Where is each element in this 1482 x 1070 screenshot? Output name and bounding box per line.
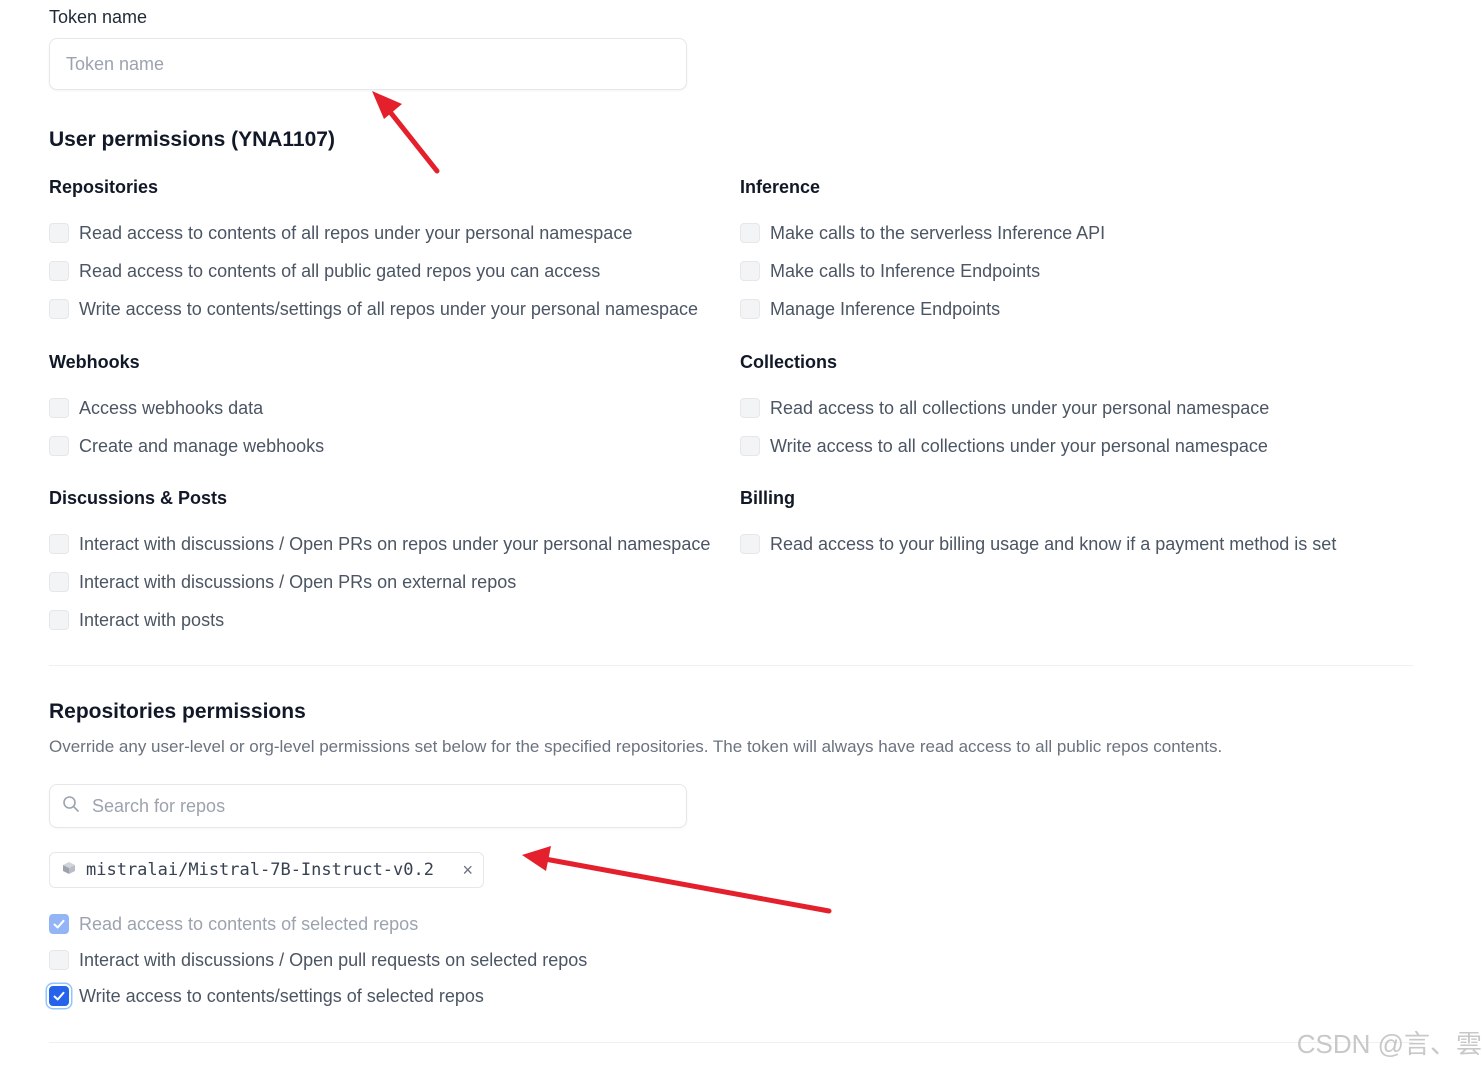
checkbox[interactable] xyxy=(49,398,69,418)
repo-search-field[interactable] xyxy=(49,784,687,828)
perm-label: Write access to contents/settings of sel… xyxy=(79,985,484,1006)
perm-label: Interact with discussions / Open pull re… xyxy=(79,949,588,970)
section-divider xyxy=(49,665,1413,666)
perm-repo-write-personal[interactable]: Write access to contents/settings of all… xyxy=(49,290,698,328)
perm-label: Read access to contents of selected repo… xyxy=(79,913,419,934)
inference-group: Inference Make calls to the serverless I… xyxy=(740,176,1105,328)
perm-label: Manage Inference Endpoints xyxy=(770,298,1001,319)
webhooks-group: Webhooks Access webhooks data Create and… xyxy=(49,351,324,465)
perm-billing-read[interactable]: Read access to your billing usage and kn… xyxy=(740,525,1336,563)
repo-perm-discussions[interactable]: Interact with discussions / Open pull re… xyxy=(49,942,587,978)
selected-repo-name: mistralai/Mistral-7B-Instruct-v0.2 xyxy=(86,860,434,880)
perm-collections-read[interactable]: Read access to all collections under you… xyxy=(740,389,1269,427)
checkbox[interactable] xyxy=(740,299,760,319)
perm-label: Make calls to Inference Endpoints xyxy=(770,260,1041,281)
perm-repo-read-gated[interactable]: Read access to contents of all public ga… xyxy=(49,252,698,290)
section-divider-bottom xyxy=(49,1042,1413,1043)
perm-collections-write[interactable]: Write access to all collections under yo… xyxy=(740,427,1269,465)
collections-title: Collections xyxy=(740,352,838,372)
perm-label: Interact with posts xyxy=(79,609,225,630)
watermark: CSDN @言、雲 xyxy=(1296,1029,1482,1059)
user-permissions-title: User permissions (YNA1107) xyxy=(49,128,335,151)
checkbox[interactable] xyxy=(740,436,760,456)
close-icon[interactable]: × xyxy=(462,860,473,881)
search-icon xyxy=(62,795,80,818)
checkbox[interactable] xyxy=(740,223,760,243)
perm-inference-endpoints-manage[interactable]: Manage Inference Endpoints xyxy=(740,290,1105,328)
perm-repo-read-personal[interactable]: Read access to contents of all repos und… xyxy=(49,214,698,252)
inference-title: Inference xyxy=(740,177,821,197)
perm-webhooks-read[interactable]: Access webhooks data xyxy=(49,389,324,427)
checkbox[interactable] xyxy=(740,261,760,281)
perm-inference-endpoints-call[interactable]: Make calls to Inference Endpoints xyxy=(740,252,1105,290)
discussions-title: Discussions & Posts xyxy=(49,488,228,508)
perm-discussions-personal[interactable]: Interact with discussions / Open PRs on … xyxy=(49,525,710,563)
perm-label: Read access to contents of all repos und… xyxy=(79,222,633,243)
perm-inference-serverless[interactable]: Make calls to the serverless Inference A… xyxy=(740,214,1105,252)
checkmark-icon xyxy=(53,919,65,929)
checkbox[interactable] xyxy=(49,610,69,630)
annotation-arrow xyxy=(372,91,440,174)
perm-label: Write access to all collections under yo… xyxy=(770,435,1268,456)
checkbox[interactable] xyxy=(49,299,69,319)
perm-discussions-external[interactable]: Interact with discussions / Open PRs on … xyxy=(49,563,710,601)
webhooks-title: Webhooks xyxy=(49,352,140,372)
repositories-title: Repositories xyxy=(49,177,159,197)
perm-label: Write access to contents/settings of all… xyxy=(79,298,698,319)
repo-permissions-description: Override any user-level or org-level per… xyxy=(49,737,1223,756)
repositories-group: Repositories Read access to contents of … xyxy=(49,176,698,328)
repo-cube-icon xyxy=(62,861,76,880)
billing-group: Billing Read access to your billing usag… xyxy=(740,487,1336,563)
checkbox[interactable] xyxy=(49,986,69,1006)
selected-repo-chip: mistralai/Mistral-7B-Instruct-v0.2 × xyxy=(49,852,484,888)
checkbox[interactable] xyxy=(49,572,69,592)
checkbox[interactable] xyxy=(49,436,69,456)
checkbox[interactable] xyxy=(49,534,69,554)
token-name-input[interactable] xyxy=(49,38,687,90)
perm-label: Read access to all collections under you… xyxy=(770,397,1270,418)
annotation-arrow xyxy=(522,846,832,914)
checkbox[interactable] xyxy=(49,914,69,934)
repo-permission-options: Read access to contents of selected repo… xyxy=(49,906,587,1014)
checkmark-icon xyxy=(53,991,65,1001)
repo-search-input[interactable] xyxy=(90,794,654,818)
repo-permissions-title: Repositories permissions xyxy=(49,700,306,723)
checkbox[interactable] xyxy=(49,261,69,281)
perm-webhooks-manage[interactable]: Create and manage webhooks xyxy=(49,427,324,465)
perm-label: Read access to your billing usage and kn… xyxy=(770,533,1337,554)
repo-perm-write[interactable]: Write access to contents/settings of sel… xyxy=(49,978,587,1014)
checkbox[interactable] xyxy=(49,223,69,243)
repo-perm-read[interactable]: Read access to contents of selected repo… xyxy=(49,906,587,942)
perm-label: Interact with discussions / Open PRs on … xyxy=(79,533,711,554)
checkbox[interactable] xyxy=(740,398,760,418)
perm-label: Make calls to the serverless Inference A… xyxy=(770,222,1106,243)
checkbox[interactable] xyxy=(740,534,760,554)
checkbox[interactable] xyxy=(49,950,69,970)
perm-label: Access webhooks data xyxy=(79,397,264,418)
billing-title: Billing xyxy=(740,488,795,508)
discussions-group: Discussions & Posts Interact with discus… xyxy=(49,487,710,639)
collections-group: Collections Read access to all collectio… xyxy=(740,351,1269,465)
perm-posts[interactable]: Interact with posts xyxy=(49,601,710,639)
perm-label: Read access to contents of all public ga… xyxy=(79,260,601,281)
perm-label: Interact with discussions / Open PRs on … xyxy=(79,571,517,592)
token-name-label: Token name xyxy=(49,7,148,27)
perm-label: Create and manage webhooks xyxy=(79,435,325,456)
